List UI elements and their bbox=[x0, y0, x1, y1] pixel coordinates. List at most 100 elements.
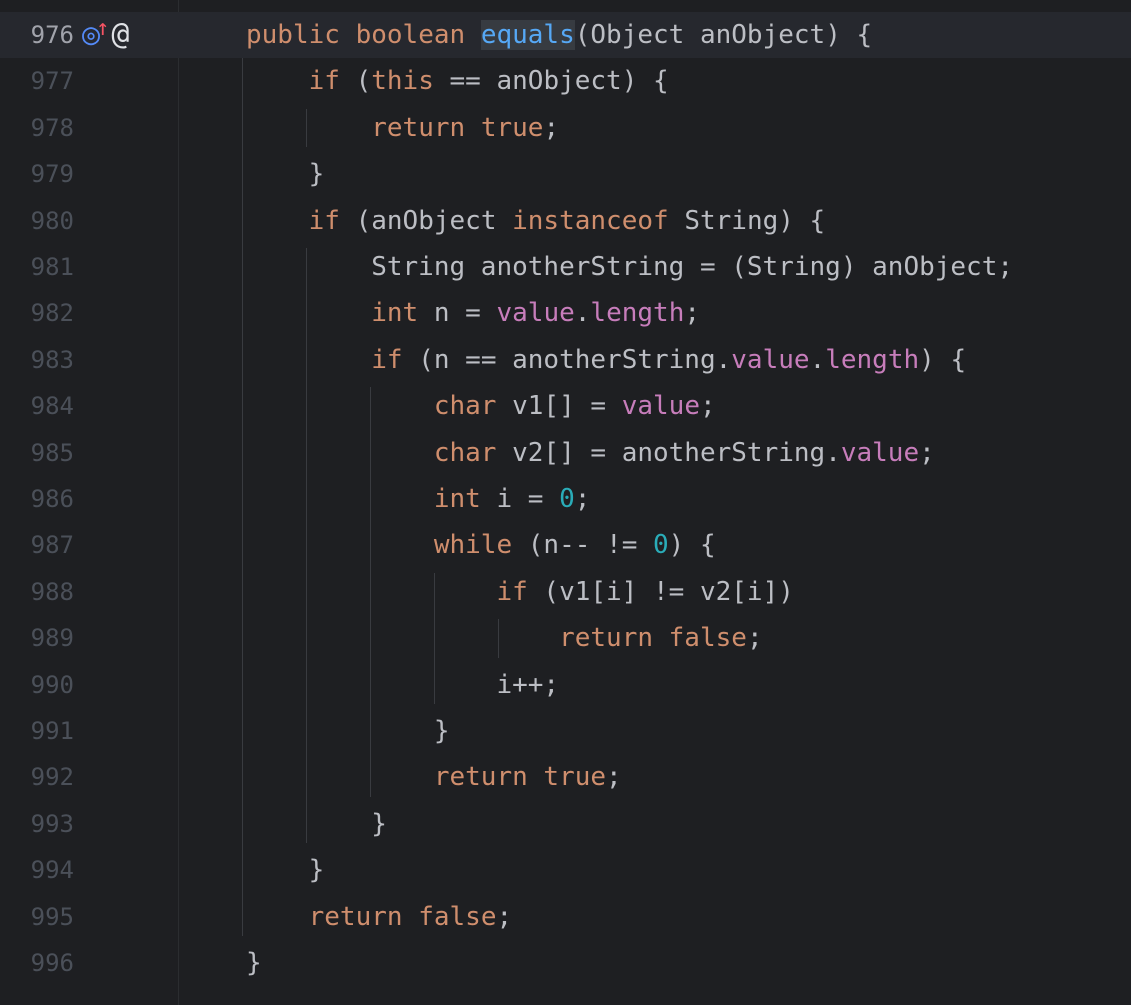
code-line[interactable]: 983 if (n == anotherString.value.length)… bbox=[0, 337, 1131, 383]
code-token: i = bbox=[480, 484, 560, 514]
code-token: . bbox=[809, 344, 826, 375]
code-line[interactable]: 981 String anotherString = (String) anOb… bbox=[0, 244, 1131, 290]
code-token: ; bbox=[606, 762, 622, 793]
code-text[interactable]: while (n-- != 0) { bbox=[246, 522, 716, 568]
code-text[interactable]: public boolean equals(Object anObject) { bbox=[246, 12, 872, 58]
line-number: 990 bbox=[30, 670, 74, 699]
code-token: int bbox=[433, 484, 481, 514]
line-number: 981 bbox=[30, 253, 74, 281]
code-text[interactable]: i++; bbox=[246, 662, 559, 708]
code-token: 0 bbox=[653, 530, 669, 561]
code-token: (n == anotherString. bbox=[402, 344, 732, 375]
code-text[interactable]: return false; bbox=[246, 894, 513, 940]
line-number: 976 bbox=[30, 21, 74, 49]
code-line[interactable]: 988 if (v1[i] != v2[i]) bbox=[0, 569, 1131, 615]
code-token: (Object anObject) { bbox=[574, 20, 873, 50]
code-line[interactable]: 989 return false; bbox=[0, 615, 1131, 661]
line-number: 995 bbox=[30, 902, 74, 931]
code-line[interactable]: 985 char v2[] = anotherString.value; bbox=[0, 430, 1131, 476]
code-line[interactable]: 982 int n = value.length; bbox=[0, 290, 1131, 336]
line-number: 988 bbox=[30, 577, 74, 606]
code-token: value bbox=[840, 437, 920, 468]
code-token: return bbox=[433, 762, 528, 793]
code-token: String anotherString = (String) anObject… bbox=[246, 252, 1014, 282]
code-token: n = bbox=[418, 298, 497, 329]
code-token: false bbox=[418, 901, 497, 932]
code-line[interactable]: 980 if (anObject instanceof String) { bbox=[0, 198, 1131, 244]
code-token: v1[] = bbox=[496, 391, 622, 422]
line-number: 982 bbox=[30, 299, 74, 328]
code-token: ; bbox=[746, 623, 763, 654]
code-token: 0 bbox=[559, 484, 575, 514]
code-token: true bbox=[543, 762, 607, 793]
code-line[interactable]: 976 ◎ ↑ @ public boolean equals(Object anObj… bbox=[0, 12, 1131, 59]
code-text[interactable]: return false; bbox=[246, 615, 763, 661]
line-number: 978 bbox=[30, 113, 74, 142]
code-text[interactable]: int i = 0; bbox=[246, 476, 591, 522]
code-text[interactable]: } bbox=[246, 940, 262, 986]
annotation-icon[interactable]: @ bbox=[111, 19, 129, 51]
code-line[interactable]: 987 while (n-- != 0) { bbox=[0, 522, 1131, 568]
code-text[interactable]: if (this == anObject) { bbox=[246, 58, 669, 104]
code-token: instanceof bbox=[512, 205, 669, 236]
code-text[interactable]: } bbox=[246, 708, 450, 754]
code-token: return bbox=[559, 623, 653, 654]
code-line[interactable]: 984 char v1[] = value; bbox=[0, 383, 1131, 429]
code-token: ; bbox=[919, 437, 935, 468]
code-token: } bbox=[246, 716, 450, 746]
code-token: == anObject) { bbox=[433, 66, 669, 97]
code-line[interactable]: 996} bbox=[0, 940, 1131, 986]
code-token: . bbox=[574, 298, 591, 329]
code-text[interactable]: return true; bbox=[246, 754, 622, 800]
code-token: ; bbox=[543, 112, 560, 143]
code-text[interactable]: String anotherString = (String) anObject… bbox=[246, 244, 1013, 290]
line-number: 980 bbox=[30, 206, 74, 235]
code-text[interactable]: char v1[] = value; bbox=[246, 383, 716, 429]
code-token: int bbox=[371, 298, 419, 329]
code-line[interactable]: 994 } bbox=[0, 847, 1131, 893]
code-text[interactable]: } bbox=[246, 801, 387, 847]
code-text[interactable]: int n = value.length; bbox=[246, 290, 700, 336]
code-line[interactable]: 993 } bbox=[0, 801, 1131, 847]
code-line[interactable]: 977 if (this == anObject) { bbox=[0, 58, 1131, 104]
code-token: boolean bbox=[355, 20, 466, 50]
code-line[interactable]: 990 i++; bbox=[0, 662, 1131, 708]
code-text[interactable]: return true; bbox=[246, 105, 559, 151]
code-text[interactable]: } bbox=[246, 151, 325, 197]
code-text[interactable]: if (n == anotherString.value.length) { bbox=[246, 337, 966, 383]
code-text[interactable]: char v2[] = anotherString.value; bbox=[246, 430, 935, 476]
code-token: public bbox=[246, 20, 340, 50]
code-token: while bbox=[433, 530, 513, 561]
code-token: if bbox=[496, 576, 528, 607]
code-line[interactable]: 979 } bbox=[0, 151, 1131, 197]
code-line[interactable]: 978 return true; bbox=[0, 105, 1131, 151]
code-editor[interactable]: 976 ◎ ↑ @ public boolean equals(Object anObj… bbox=[0, 0, 1131, 1005]
code-line[interactable]: 995 return false; bbox=[0, 894, 1131, 940]
code-token: (n-- != bbox=[512, 530, 654, 561]
line-number: 992 bbox=[30, 763, 74, 792]
code-line[interactable]: 986 int i = 0; bbox=[0, 476, 1131, 522]
code-token: } bbox=[246, 948, 262, 978]
code-line[interactable]: 991 } bbox=[0, 708, 1131, 754]
code-text[interactable]: if (v1[i] != v2[i]) bbox=[246, 569, 793, 615]
code-token: String) { bbox=[668, 205, 826, 236]
code-line[interactable]: 992 return true; bbox=[0, 754, 1131, 800]
code-token: if bbox=[371, 344, 403, 375]
code-text[interactable]: if (anObject instanceof String) { bbox=[246, 198, 826, 244]
line-number: 984 bbox=[30, 392, 74, 421]
code-text[interactable]: } bbox=[246, 847, 325, 893]
code-token: true bbox=[480, 112, 544, 143]
code-token: (anObject bbox=[339, 205, 513, 236]
